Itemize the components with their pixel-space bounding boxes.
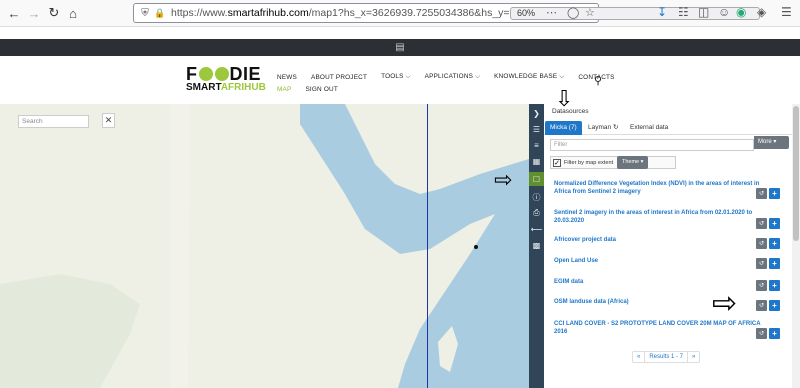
- share-icon[interactable]: ↺: [756, 188, 767, 199]
- share-icon[interactable]: ↺: [756, 238, 767, 249]
- menu-item-tools[interactable]: TOOLS ⌵: [381, 73, 411, 81]
- more-button[interactable]: More ▾: [754, 136, 789, 149]
- refresh-icon[interactable]: ↻: [613, 124, 618, 131]
- datasources-icon[interactable]: ☐: [529, 172, 544, 186]
- share-icon[interactable]: ↺: [756, 280, 767, 291]
- add-layer-button[interactable]: +: [769, 238, 780, 249]
- extension-palette-icon[interactable]: ◈: [757, 5, 766, 19]
- menu-item-news[interactable]: NEWS: [277, 74, 297, 81]
- top-toggle-bar: ▤: [0, 39, 800, 56]
- datasource-title[interactable]: Africover project data: [554, 236, 769, 244]
- sidebar-toggle-icon[interactable]: ◫: [698, 5, 709, 19]
- datasource-title[interactable]: Open Land Use: [554, 257, 769, 265]
- page-scrollbar[interactable]: [792, 104, 800, 388]
- menu-item-sign-out[interactable]: SIGN OUT: [305, 86, 338, 93]
- pager-prev-button[interactable]: «: [633, 352, 646, 362]
- filter-input[interactable]: Filter: [550, 139, 754, 151]
- menu-item-knowledge-base[interactable]: KNOWLEDGE BASE ⌵: [494, 73, 564, 81]
- map-boundary-line: [427, 104, 428, 388]
- filter-by-extent-row[interactable]: ✓ Filter by map extent: [550, 156, 676, 169]
- map-search-clear-button[interactable]: ✕: [102, 113, 115, 128]
- map-land: [0, 104, 529, 388]
- annotation-right-arrow-icon: ⇨: [494, 167, 513, 192]
- theme-dropdown[interactable]: Theme ▾: [617, 156, 649, 169]
- pager-next-button[interactable]: »: [688, 352, 699, 362]
- browser-toolbar: ← → ↻ ⌂ ⛨ 🔒 https://www.smartafrihub.com…: [0, 0, 800, 27]
- pocket-icon[interactable]: ◯: [567, 6, 579, 19]
- tab-external-data[interactable]: External data: [625, 121, 673, 135]
- tab-micka[interactable]: Micka (7): [545, 121, 582, 135]
- filter-by-extent-checkbox[interactable]: ✓: [553, 158, 561, 167]
- library-icon[interactable]: ☷: [678, 5, 689, 19]
- menu-icon[interactable]: ☰: [781, 5, 792, 19]
- account-icon[interactable]: ☺: [718, 5, 730, 19]
- menu-item-about[interactable]: ABOUT PROJECT: [311, 74, 367, 81]
- url-text: https://www.smartafrihub.com/map1?hs_x=3…: [171, 7, 566, 19]
- site-header: F DIE SMARTAFRIHUB NEWS ABOUT PROJECT TOO…: [0, 56, 800, 104]
- save-icon[interactable]: ▩: [529, 238, 544, 252]
- datasource-title[interactable]: CCI LAND COVER - S2 PROTOTYPE LAND COVER…: [554, 320, 769, 336]
- add-layer-button[interactable]: +: [769, 300, 780, 311]
- results-pager: « Results 1 - 7 »: [632, 351, 701, 363]
- map-tool-sidebar: ❯ ☰ ≡ ▦ ☐ ⓘ ⎙ ⟵ ▩: [529, 104, 544, 388]
- layers-icon[interactable]: ☰: [529, 122, 544, 136]
- map-search-input[interactable]: Search: [18, 115, 89, 128]
- annotation-right-arrow-icon: ⇨: [712, 287, 738, 320]
- lock-icon[interactable]: 🔒: [153, 8, 167, 19]
- collapse-chevron-icon[interactable]: ❯: [529, 106, 544, 120]
- print-icon[interactable]: ⎙: [529, 206, 544, 220]
- share-icon[interactable]: ⟵: [529, 222, 544, 236]
- add-layer-button[interactable]: +: [769, 280, 780, 291]
- extension-icon[interactable]: ◉: [736, 5, 746, 19]
- menu-item-map[interactable]: MAP: [277, 86, 291, 93]
- add-layer-button[interactable]: +: [769, 258, 780, 269]
- bookmark-star-icon[interactable]: ☆: [585, 6, 595, 19]
- annotation-down-arrow-icon: ⇩: [555, 86, 574, 111]
- share-icon[interactable]: ↺: [756, 258, 767, 269]
- list-icon[interactable]: ≡: [529, 138, 544, 152]
- datasource-tabs: Micka (7) Layman ↻ External data: [544, 121, 800, 135]
- filter-by-extent-label: Filter by map extent: [564, 159, 614, 166]
- search-icon[interactable]: ⚲: [594, 74, 602, 87]
- add-layer-button[interactable]: +: [769, 188, 780, 199]
- add-layer-button[interactable]: +: [769, 328, 780, 339]
- scrollbar-thumb[interactable]: [793, 106, 799, 241]
- foodie-logo[interactable]: F DIE SMARTAFRIHUB: [186, 65, 266, 93]
- tab-layman[interactable]: Layman ↻: [583, 121, 623, 135]
- forward-icon[interactable]: →: [23, 2, 45, 24]
- datasources-panel: Datasources Micka (7) Layman ↻ External …: [544, 104, 800, 388]
- datasource-title[interactable]: Sentinel 2 imagery in the areas of inter…: [554, 209, 769, 225]
- info-icon[interactable]: ⓘ: [529, 190, 544, 204]
- back-icon[interactable]: ←: [3, 2, 25, 24]
- share-icon[interactable]: ↺: [756, 218, 767, 229]
- add-layer-button[interactable]: +: [769, 218, 780, 229]
- panel-toggle-icon[interactable]: ▤: [395, 42, 404, 53]
- menu-item-applications[interactable]: APPLICATIONS ⌵: [425, 73, 480, 81]
- datasource-title[interactable]: Normalized Difference Vegetation Index (…: [554, 180, 769, 196]
- share-icon[interactable]: ↺: [756, 328, 767, 339]
- pager-results-label: Results 1 - 7: [645, 352, 689, 362]
- tracking-shield-icon[interactable]: ⛨: [137, 8, 153, 19]
- more-actions-icon[interactable]: ⋯: [546, 6, 557, 19]
- map-point-marker[interactable]: [474, 245, 478, 249]
- map-canvas[interactable]: Search ✕: [0, 104, 529, 388]
- home-icon[interactable]: ⌂: [62, 2, 84, 24]
- share-icon[interactable]: ↺: [756, 300, 767, 311]
- datasource-title[interactable]: EGIM data: [554, 278, 769, 286]
- map-icon[interactable]: ▦: [529, 154, 544, 168]
- download-icon[interactable]: ↧: [657, 5, 667, 19]
